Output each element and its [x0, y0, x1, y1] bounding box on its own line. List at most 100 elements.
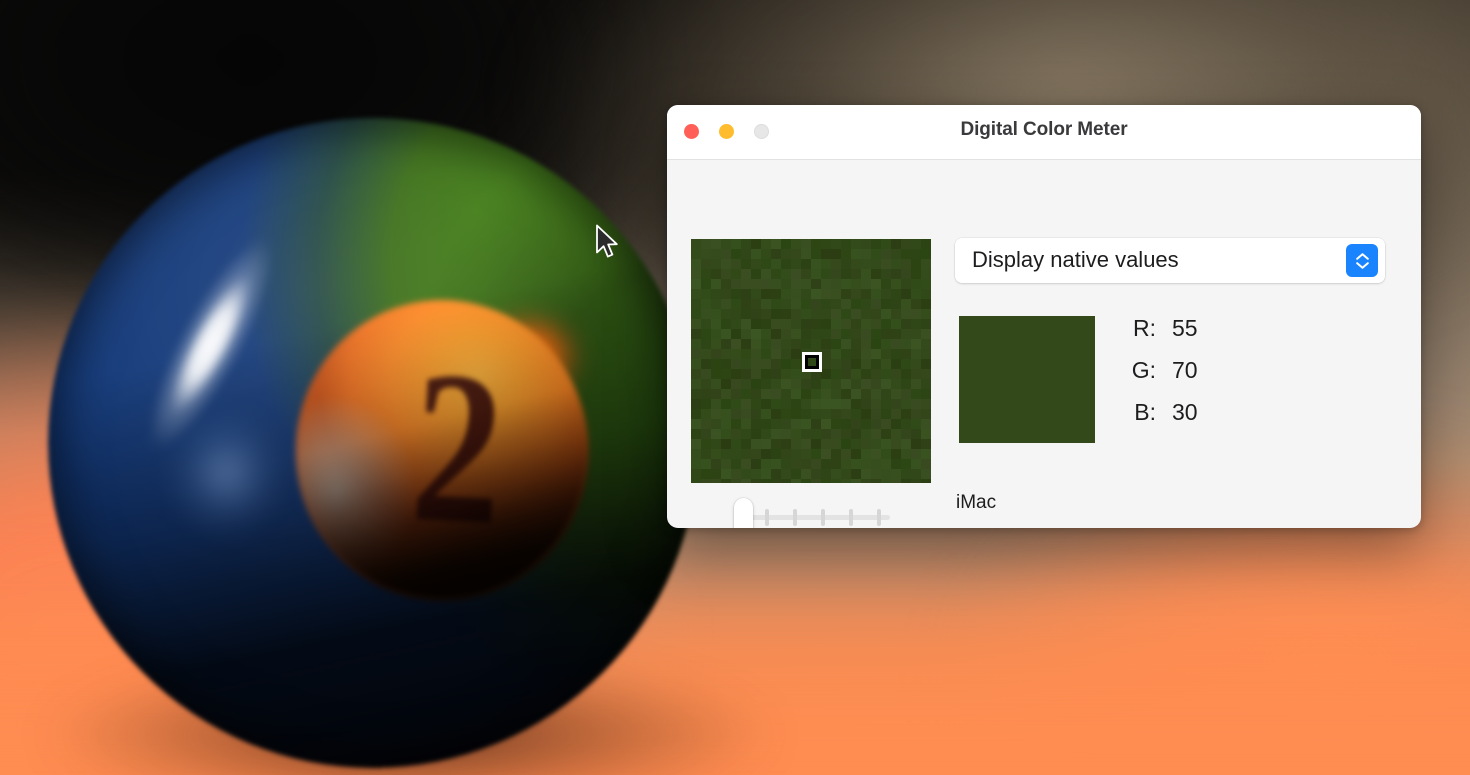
preview-pixel	[761, 279, 771, 289]
preview-pixel	[771, 299, 781, 309]
preview-pixel	[891, 389, 901, 399]
preview-pixel	[831, 259, 841, 269]
preview-pixel	[711, 399, 721, 409]
preview-pixel	[741, 339, 751, 349]
preview-pixel	[791, 309, 801, 319]
preview-pixel	[821, 439, 831, 449]
preview-pixel	[781, 319, 791, 329]
color-space-popup-button[interactable]: Display native values	[955, 238, 1385, 283]
preview-pixel	[821, 429, 831, 439]
preview-pixel	[891, 289, 901, 299]
preview-pixel	[801, 309, 811, 319]
preview-pixel	[891, 249, 901, 259]
window-body: Aperture Size Display native values R: 5…	[667, 160, 1421, 528]
slider-tick	[849, 509, 853, 526]
preview-pixel	[811, 479, 821, 483]
preview-pixel	[781, 339, 791, 349]
popup-stepper-icon[interactable]	[1346, 244, 1378, 277]
preview-pixel	[811, 439, 821, 449]
preview-pixel	[771, 449, 781, 459]
preview-pixel	[741, 239, 751, 249]
preview-pixel	[741, 419, 751, 429]
preview-pixel	[721, 249, 731, 259]
preview-pixel	[851, 479, 861, 483]
preview-pixel	[841, 269, 851, 279]
preview-pixel	[741, 279, 751, 289]
preview-pixel	[771, 439, 781, 449]
preview-pixel	[781, 289, 791, 299]
preview-pixel	[881, 349, 891, 359]
preview-pixel	[771, 389, 781, 399]
preview-pixel	[771, 349, 781, 359]
preview-pixel	[861, 459, 871, 469]
preview-pixel	[761, 239, 771, 249]
preview-pixel	[851, 329, 861, 339]
preview-pixel	[831, 319, 841, 329]
preview-pixel	[761, 259, 771, 269]
preview-pixel	[761, 319, 771, 329]
preview-pixel	[771, 429, 781, 439]
preview-pixel	[811, 429, 821, 439]
preview-pixel	[841, 319, 851, 329]
preview-pixel	[811, 249, 821, 259]
preview-pixel	[771, 329, 781, 339]
slider-track	[735, 515, 890, 520]
slider-knob[interactable]	[734, 498, 753, 528]
preview-pixel	[891, 369, 901, 379]
preview-pixel	[831, 279, 841, 289]
preview-pixel	[821, 419, 831, 429]
rgb-value-blue[interactable]: 30	[1172, 399, 1198, 426]
preview-pixel	[721, 429, 731, 439]
preview-pixel	[781, 399, 791, 409]
preview-pixel	[851, 289, 861, 299]
preview-pixel	[891, 379, 901, 389]
preview-pixel	[791, 329, 801, 339]
preview-pixel	[781, 409, 791, 419]
preview-pixel	[801, 459, 811, 469]
preview-pixel	[831, 399, 841, 409]
preview-pixel	[871, 479, 881, 483]
preview-pixel	[831, 429, 841, 439]
preview-pixel	[791, 339, 801, 349]
preview-pixel	[851, 419, 861, 429]
digital-color-meter-window[interactable]: Digital Color Meter Aperture Size Displa…	[667, 105, 1421, 528]
preview-pixel	[911, 379, 921, 389]
preview-pixel	[861, 309, 871, 319]
preview-pixel	[891, 449, 901, 459]
preview-pixel	[881, 359, 891, 369]
preview-pixel	[731, 269, 741, 279]
preview-pixel	[921, 329, 931, 339]
preview-pixel	[841, 359, 851, 369]
preview-pixel	[881, 469, 891, 479]
preview-pixel	[791, 479, 801, 483]
magnified-preview[interactable]	[691, 239, 931, 483]
preview-pixel	[841, 439, 851, 449]
preview-pixel	[751, 309, 761, 319]
preview-pixel	[871, 409, 881, 419]
preview-pixel	[811, 399, 821, 409]
preview-pixel	[851, 399, 861, 409]
preview-pixel	[801, 289, 811, 299]
aperture-size-slider[interactable]	[734, 498, 890, 528]
preview-pixel	[761, 469, 771, 479]
preview-pixel	[901, 379, 911, 389]
rgb-readout: R: 55 G: 70 B: 30	[1122, 315, 1198, 441]
preview-pixel	[861, 349, 871, 359]
preview-pixel	[881, 249, 891, 259]
preview-pixel	[811, 239, 821, 249]
rgb-value-red[interactable]: 55	[1172, 315, 1198, 342]
preview-pixel	[921, 389, 931, 399]
preview-pixel	[901, 319, 911, 329]
preview-pixel	[751, 369, 761, 379]
preview-pixel	[721, 479, 731, 483]
preview-pixel	[871, 389, 881, 399]
preview-pixel	[871, 309, 881, 319]
preview-pixel	[891, 269, 901, 279]
rgb-value-green[interactable]: 70	[1172, 357, 1198, 384]
preview-pixel	[711, 439, 721, 449]
preview-pixel	[761, 419, 771, 429]
preview-pixel	[831, 369, 841, 379]
window-titlebar[interactable]: Digital Color Meter	[667, 105, 1421, 160]
preview-pixel	[731, 319, 741, 329]
preview-pixel	[881, 449, 891, 459]
